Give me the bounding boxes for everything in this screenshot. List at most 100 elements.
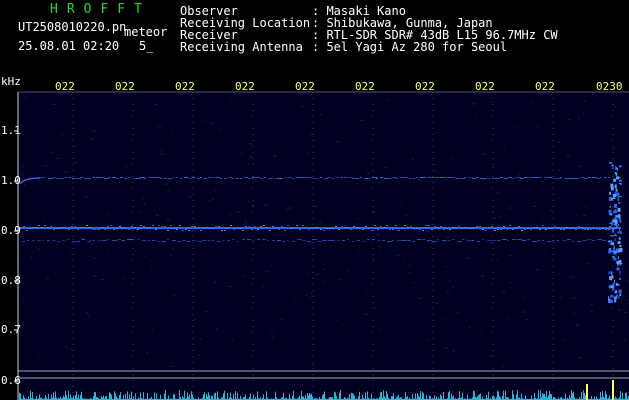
secondary-trace (582, 240, 587, 241)
noise-speckle (93, 275, 97, 277)
noise-floor-spike (20, 393, 21, 400)
meteor-echo (611, 221, 614, 225)
carrier-trace (268, 178, 272, 179)
noise-speckle (444, 266, 447, 268)
carrier-trace (464, 177, 466, 178)
noise-floor-spike (492, 395, 493, 400)
main-carrier-detail (434, 226, 436, 227)
main-carrier-detail (554, 226, 556, 227)
meteor-echo (608, 249, 612, 254)
noise-speckle (518, 174, 521, 176)
noise-floor-spike (28, 396, 29, 400)
carrier-trace (208, 177, 211, 178)
noise-speckle (92, 100, 94, 102)
secondary-trace (437, 239, 439, 240)
noise-speckle (425, 230, 429, 232)
main-carrier-detail (278, 229, 280, 230)
meteor-echo (618, 229, 620, 232)
noise-speckle (566, 154, 570, 156)
noise-floor-spike (606, 393, 607, 400)
main-carrier-detail (380, 226, 382, 227)
main-carrier-detail (302, 225, 304, 226)
carrier-trace (192, 177, 195, 178)
x-tick-label: 022 (175, 80, 195, 93)
noise-floor-spike (602, 390, 603, 400)
noise-speckle (364, 292, 367, 294)
carrier-trace (308, 177, 312, 178)
main-carrier-detail (164, 226, 166, 227)
main-carrier-detail (590, 229, 592, 230)
noise-floor-spike (594, 396, 595, 400)
secondary-trace (162, 241, 166, 242)
noise-speckle (175, 349, 178, 351)
x-tick-label: 022 (475, 80, 495, 93)
carrier-trace (220, 178, 222, 179)
noise-speckle (522, 311, 526, 313)
noise-speckle (260, 289, 262, 291)
meteor-echo (619, 259, 622, 264)
secondary-trace (532, 241, 537, 242)
main-carrier-detail (485, 230, 487, 231)
main-carrier-detail (413, 228, 415, 229)
noise-speckle (26, 133, 28, 135)
noise-floor-spike (143, 392, 144, 400)
main-carrier-detail (284, 230, 286, 231)
noise-speckle (60, 133, 63, 135)
noise-speckle (602, 266, 604, 268)
noise-floor-spike (214, 393, 215, 400)
meteor-echo (619, 183, 622, 185)
noise-speckle (364, 313, 368, 315)
main-carrier-detail (248, 226, 250, 227)
noise-floor-spike (387, 393, 388, 400)
meteor-echo (609, 191, 612, 195)
noise-speckle (440, 338, 442, 340)
noise-speckle (541, 219, 544, 221)
noise-speckle (167, 190, 170, 192)
carrier-trace (416, 177, 418, 178)
noise-speckle (88, 346, 90, 348)
noise-speckle (514, 125, 517, 127)
meteor-echo (619, 245, 622, 248)
main-carrier-detail (311, 228, 313, 229)
noise-speckle (213, 281, 216, 283)
main-carrier-detail (419, 229, 421, 230)
noise-speckle (228, 286, 232, 288)
meteor-echo (613, 178, 617, 182)
main-carrier-detail (509, 225, 511, 226)
noise-speckle (473, 103, 476, 105)
noise-floor-spike (335, 392, 336, 400)
secondary-trace (387, 241, 392, 242)
carrier-trace (248, 178, 253, 179)
noise-floor-spike (39, 394, 40, 400)
noise-speckle (30, 256, 34, 258)
main-carrier-detail (218, 226, 220, 227)
noise-speckle (41, 306, 43, 308)
noise-speckle (125, 165, 128, 167)
meteor-echo (610, 294, 614, 297)
noise-floor-spike (591, 395, 592, 400)
main-carrier-detail (584, 229, 586, 230)
main-carrier-detail (152, 225, 154, 226)
noise-speckle (475, 114, 478, 116)
main-carrier-detail (557, 227, 559, 228)
noise-speckle (209, 259, 211, 261)
secondary-trace (572, 241, 574, 242)
y-tick-label: 0.6 (1, 374, 21, 387)
secondary-trace (317, 241, 322, 242)
main-carrier-detail (200, 230, 202, 231)
noise-floor-spike (283, 392, 284, 400)
noise-speckle (264, 204, 268, 206)
noise-speckle (521, 223, 523, 225)
noise-speckle (378, 121, 381, 123)
noise-floor-spike (488, 391, 489, 400)
main-carrier-detail (71, 226, 73, 227)
meteor-echo (608, 250, 612, 252)
carrier-trace (500, 177, 503, 178)
meteor-echo (614, 203, 618, 208)
noise-speckle (558, 197, 560, 199)
noise-speckle (249, 157, 252, 159)
noise-peak (612, 380, 614, 400)
main-carrier-detail (479, 226, 481, 227)
meteor-echo (611, 228, 613, 230)
noise-speckle (227, 324, 229, 326)
